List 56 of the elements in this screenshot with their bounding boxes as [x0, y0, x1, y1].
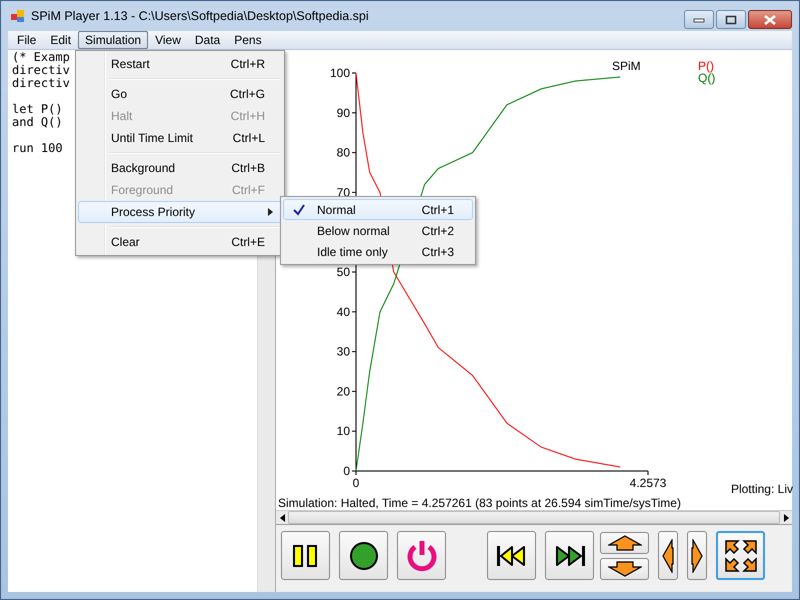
- up-arrow-icon: [608, 534, 642, 550]
- close-button[interactable]: [748, 10, 792, 29]
- down-arrow-icon: [608, 560, 642, 576]
- y-tick-label: 90: [336, 106, 350, 120]
- right-button[interactable]: [687, 531, 707, 580]
- maximize-button[interactable]: [716, 10, 746, 29]
- app-icon: [11, 9, 25, 23]
- fast-forward-icon: [554, 544, 586, 568]
- fast-forward-button[interactable]: [545, 531, 594, 580]
- menu-item[interactable]: View: [148, 31, 188, 49]
- y-tick-label: 80: [336, 146, 350, 160]
- y-tick-label: 20: [336, 384, 350, 398]
- menu-item[interactable]: Edit: [43, 31, 78, 49]
- submenu-arrow-icon: [268, 208, 273, 216]
- window-title: SPiM Player 1.13 - C:\Users\Softpedia\Desktop\Softpedia.spi: [31, 9, 370, 23]
- left-button[interactable]: [658, 531, 678, 580]
- x-tick-label: 0: [352, 476, 360, 490]
- y-tick-label: 0: [343, 464, 350, 478]
- menu-item[interactable]: Data: [188, 31, 228, 49]
- minimize-icon: [693, 16, 705, 22]
- legend-label: P(): [698, 59, 714, 73]
- plotting-status: Plotting: Liv: [730, 482, 793, 496]
- power-button[interactable]: [397, 531, 446, 580]
- up-button[interactable]: [600, 532, 649, 554]
- menu-item[interactable]: Simulation: [78, 31, 148, 49]
- maximize-icon: [725, 14, 737, 24]
- menu-item[interactable]: Pens: [227, 31, 269, 49]
- right-arrow-icon: [691, 538, 703, 572]
- horizontal-scrollbar[interactable]: [276, 510, 792, 525]
- menu-entry[interactable]: Process Priority: [78, 201, 282, 223]
- close-icon: [763, 14, 777, 24]
- down-button[interactable]: [600, 558, 649, 580]
- minimize-button[interactable]: [684, 10, 714, 29]
- menu-entry[interactable]: Idle time only Ctrl+3: [283, 241, 473, 262]
- y-tick-label: 30: [336, 344, 350, 359]
- expand-icon: [724, 538, 758, 572]
- menu-item[interactable]: File: [10, 31, 44, 49]
- left-arrow-icon: [662, 538, 674, 572]
- legend-label: Q(): [698, 71, 716, 85]
- y-tick-label: 100: [330, 66, 350, 80]
- record-button[interactable]: [339, 531, 388, 580]
- menu-entry[interactable]: Normal Ctrl+1: [283, 199, 473, 220]
- chart-title: SPiM: [612, 59, 641, 73]
- rewind-icon: [496, 544, 528, 568]
- y-tick-label: 10: [336, 424, 350, 438]
- circle-icon: [348, 540, 378, 570]
- x-tick-label: 4.2573: [630, 476, 666, 490]
- pause-button[interactable]: [281, 531, 330, 580]
- rewind-button[interactable]: [487, 531, 536, 580]
- y-tick-label: 50: [336, 265, 350, 279]
- y-tick-label: 40: [336, 304, 350, 319]
- fullscreen-button[interactable]: [716, 531, 765, 580]
- power-icon: [404, 538, 438, 572]
- code-text: (* Examp directiv directiv let P() and Q() run 100: [12, 51, 70, 155]
- menu-entry[interactable]: Below normal Ctrl+2: [283, 220, 473, 241]
- status-text: Simulation: Halted, Time = 4.257261 (83 points at 26.594 simTime/sysTime): [276, 496, 792, 510]
